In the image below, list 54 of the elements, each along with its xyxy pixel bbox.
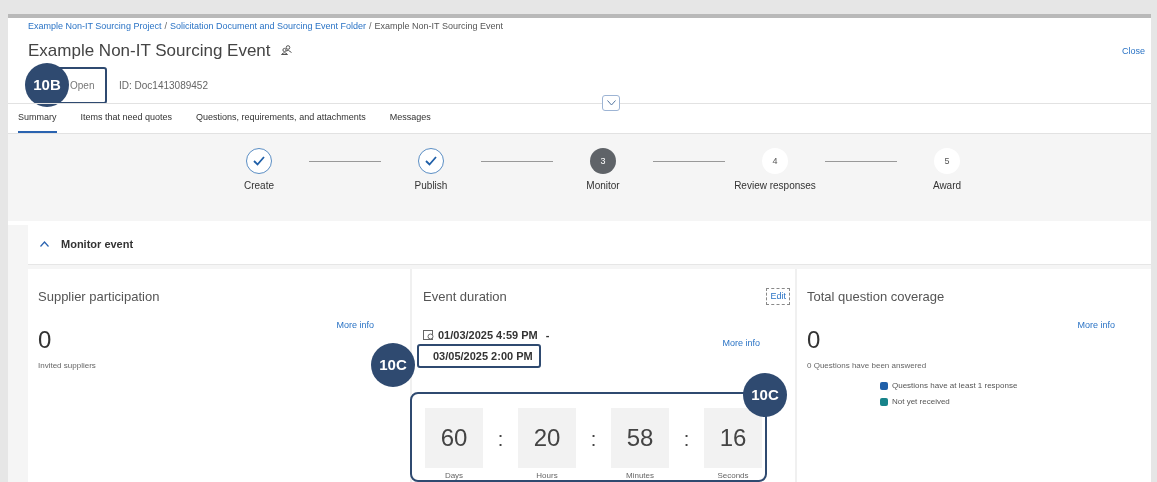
countdown-value: 58 — [611, 408, 669, 468]
step-label: Monitor — [586, 179, 620, 194]
breadcrumb-current: Example Non-IT Sourcing Event — [374, 20, 503, 33]
countdown-unit: Minutes — [626, 470, 654, 482]
count-caption: 0 Questions have been answered — [807, 360, 927, 372]
step-label: Award — [932, 179, 962, 194]
step-label: Create — [244, 179, 274, 194]
breadcrumb-separator: / — [164, 20, 167, 33]
breadcrumb-separator: / — [369, 20, 372, 33]
document-id: ID: Doc1413089452 — [119, 79, 208, 93]
callout-badge: 10B — [25, 63, 69, 107]
count-caption: Invited suppliers — [38, 360, 96, 372]
time-separator: : — [496, 427, 505, 452]
legend-label: Questions have at least 1 response — [892, 380, 1018, 392]
step-label: Publish — [414, 179, 448, 194]
countdown-value: 60 — [425, 408, 483, 468]
time-separator: : — [682, 427, 691, 452]
card-title: Supplier participation — [38, 287, 160, 306]
page-title: Example Non-IT Sourcing Event — [28, 39, 271, 62]
chevron-up-icon — [40, 241, 49, 247]
legend-label: Not yet received — [892, 396, 950, 408]
section-header[interactable]: Monitor event — [28, 224, 1151, 265]
card-title: Event duration — [423, 287, 507, 306]
countdown-unit: Days — [444, 470, 464, 482]
tab[interactable]: Questions, requirements, and attachments — [196, 103, 366, 134]
edit-button[interactable]: Edit — [766, 287, 790, 306]
tab[interactable]: Messages — [389, 103, 431, 134]
tab[interactable]: Items that need quotes — [80, 103, 173, 134]
checkmark-icon — [253, 156, 265, 167]
calendar-icon — [423, 329, 434, 341]
more-info-link[interactable]: More info — [1077, 318, 1115, 332]
checkmark-icon — [425, 156, 437, 167]
countdown-unit: Seconds — [717, 470, 749, 482]
end-date: 03/05/2025 2:00 PM — [433, 348, 533, 364]
status-label: Open — [70, 79, 95, 93]
callout-badge: 10C — [743, 373, 787, 417]
start-date: 01/03/2025 4:59 PM — [438, 327, 538, 343]
people-icon — [280, 45, 292, 56]
count-value: 0 — [807, 328, 822, 352]
collapse-button[interactable] — [602, 95, 620, 111]
count-value: 0 — [38, 328, 53, 352]
close-link[interactable]: Close — [1122, 44, 1145, 58]
more-info-link[interactable]: More info — [336, 318, 374, 332]
range-separator: - — [545, 327, 550, 343]
step-label: Review responses — [734, 179, 816, 194]
countdown-value: 20 — [518, 408, 576, 468]
countdown-unit: Hours — [536, 470, 558, 482]
more-info-link[interactable]: More info — [722, 337, 760, 348]
time-separator: : — [589, 427, 598, 452]
breadcrumb-link[interactable]: Solicitation Document and Sourcing Event Folder — [169, 20, 367, 34]
card-title: Total question coverage — [807, 287, 945, 306]
countdown-value: 16 — [704, 408, 762, 468]
breadcrumb-link[interactable]: Example Non-IT Sourcing Project — [28, 20, 162, 34]
chevron-down-icon — [606, 100, 616, 106]
